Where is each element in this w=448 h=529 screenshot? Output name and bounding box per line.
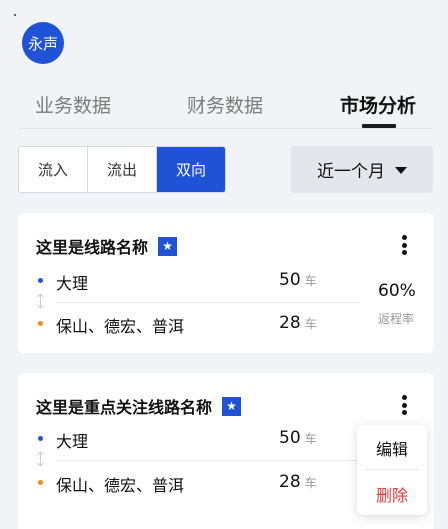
tab-label: 市场分析 <box>340 94 417 117</box>
period-label: 近一个月 <box>317 162 385 182</box>
menu-divider <box>365 469 419 470</box>
destination-name: 保山、德宏、普洱 <box>56 317 185 336</box>
filter-label: 流入 <box>37 161 68 179</box>
route-title: 这里是重点关注线路名称 ★ <box>36 394 242 418</box>
route-title: 这里是线路名称 ★ <box>36 234 178 258</box>
route-card[interactable]: 这里是线路名称 ★ 大理 50 车 保山、德宏、普洱 28 车 60% 返程率 <box>18 213 434 353</box>
caret-down-icon <box>395 167 407 174</box>
row-divider <box>56 460 360 461</box>
route-connector-icon <box>37 293 44 309</box>
tab-label: 财务数据 <box>187 94 264 117</box>
destination-name: 保山、德宏、普洱 <box>56 476 185 495</box>
tab-label: 业务数据 <box>35 94 112 117</box>
more-options-icon[interactable] <box>401 395 407 415</box>
return-rate: 60% <box>378 281 416 301</box>
filter-label: 流出 <box>106 161 137 179</box>
destination-count: 28 车 <box>279 313 317 333</box>
period-select[interactable]: 近一个月 <box>291 146 433 193</box>
origin-dot <box>38 436 43 441</box>
origin-name: 大理 <box>56 274 89 293</box>
corner-dot <box>14 14 16 16</box>
tabs-divider <box>18 128 432 129</box>
route-name: 这里是重点关注线路名称 <box>36 398 213 417</box>
edit-menu-item[interactable]: 编辑 <box>357 436 427 460</box>
destination-dot <box>38 480 43 485</box>
avatar[interactable]: 永声 <box>22 22 64 64</box>
return-rate-label: 返程率 <box>378 312 415 326</box>
origin-dot <box>38 278 43 283</box>
filter-bidirectional-button[interactable]: 双向 <box>157 147 225 192</box>
more-options-icon[interactable] <box>401 235 407 255</box>
row-divider <box>56 302 360 303</box>
filter-label: 双向 <box>175 161 206 179</box>
star-icon[interactable]: ★ <box>158 236 178 256</box>
filter-outflow-button[interactable]: 流出 <box>88 147 157 192</box>
origin-count: 50 车 <box>279 428 317 448</box>
destination-dot <box>38 321 43 326</box>
route-name: 这里是线路名称 <box>36 238 149 257</box>
origin-count: 50 车 <box>279 270 317 290</box>
tab-finance-data[interactable]: 财务数据 <box>187 86 263 122</box>
destination-count: 28 车 <box>279 472 317 492</box>
context-menu: 编辑 删除 <box>357 425 427 515</box>
filter-inflow-button[interactable]: 流入 <box>19 147 88 192</box>
route-connector-icon <box>37 451 44 467</box>
star-icon[interactable]: ★ <box>222 396 242 416</box>
avatar-text: 永声 <box>27 34 58 53</box>
direction-filter: 流入 流出 双向 <box>18 146 226 193</box>
tab-market-analysis[interactable]: 市场分析 <box>340 86 416 122</box>
origin-name: 大理 <box>56 432 89 451</box>
delete-menu-item[interactable]: 删除 <box>357 482 427 506</box>
tab-business-data[interactable]: 业务数据 <box>35 86 111 122</box>
